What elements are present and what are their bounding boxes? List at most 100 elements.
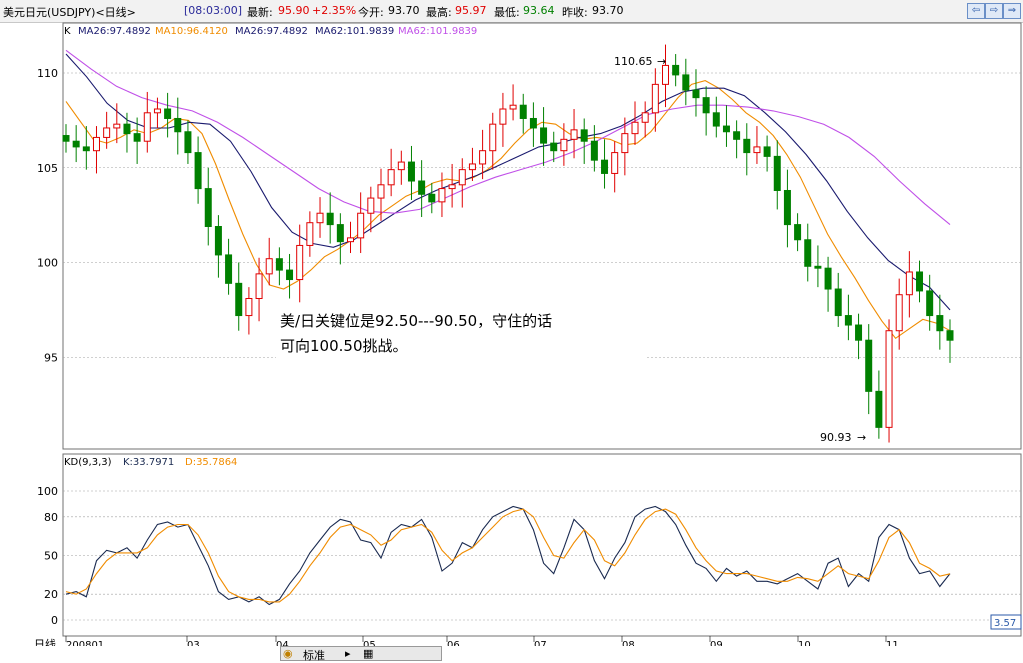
kd-legend-k: K:33.7971 (123, 457, 174, 468)
nav-right-icon[interactable]: ⇨ (985, 3, 1003, 19)
candle-body (509, 104, 517, 110)
month-tick-label: 06 (447, 640, 460, 646)
price-tick-label: 110 (37, 67, 58, 80)
low-marker-arrow: → (857, 431, 866, 444)
candle-body (72, 140, 80, 148)
nav-forward-icon[interactable]: ⇒ (1003, 3, 1021, 19)
candle-body (794, 224, 802, 241)
candle-body (418, 180, 426, 195)
candle-body (143, 112, 151, 142)
prev-close-value: 93.70 (592, 4, 624, 17)
prev-close-label: 昨收: (562, 6, 588, 19)
candle-body (672, 64, 680, 76)
candle-body (631, 121, 639, 135)
legend-ma62-b: MA62:101.9839 (398, 26, 477, 37)
candle-body (174, 117, 182, 133)
month-tick-label: 09 (710, 640, 723, 646)
kd-tick-label: 50 (44, 550, 58, 563)
candle-body (387, 169, 395, 186)
candle-body (905, 271, 913, 296)
candle-body (641, 112, 649, 123)
month-labels: 200801 03 04 05 06 07 08 09 10 11 (65, 636, 899, 646)
instrument-title: 美元日元(USDJPY)<日线> (3, 6, 136, 19)
low-value: 93.64 (523, 4, 555, 17)
candle-body (214, 225, 222, 256)
candle-body (946, 330, 954, 341)
candle-body (712, 112, 720, 127)
month-tick-label: 10 (798, 640, 811, 646)
status-icon[interactable]: ◉ (283, 647, 293, 660)
candle-body (225, 254, 233, 284)
candle-body (570, 129, 578, 140)
candle-body (194, 152, 202, 190)
candle-body (499, 108, 507, 125)
change-percent: +2.35% (312, 4, 357, 17)
candle-body (621, 133, 629, 154)
candle-body (601, 159, 609, 174)
annotation-line-1: 美/日关键位是92.50---90.50，守住的话 (280, 312, 553, 330)
candle-body (164, 108, 172, 119)
latest-value: 95.90 (278, 4, 310, 17)
menu-icon[interactable]: ▦ (363, 647, 373, 660)
candle-body (296, 244, 304, 281)
candle-body (82, 146, 90, 152)
month-tick-label: 08 (622, 640, 635, 646)
dropdown-icon[interactable]: ▸ (345, 647, 351, 660)
candle-body (255, 273, 263, 300)
kd-readout: 3.57 (994, 618, 1016, 629)
candle-body (702, 97, 710, 114)
price-tick-label: 95 (44, 351, 58, 364)
candle-body (377, 184, 385, 199)
candle-body (113, 123, 121, 129)
candle-body (682, 74, 690, 91)
price-tick-label: 105 (37, 162, 58, 175)
candle-body (123, 123, 131, 135)
candle-body (722, 125, 730, 133)
candle-body (855, 324, 863, 341)
candle-body (743, 138, 751, 154)
candle-body (519, 104, 527, 119)
candle-body (204, 188, 212, 227)
candle-body (407, 161, 415, 182)
candle-body (347, 237, 355, 243)
candle-body (479, 150, 487, 165)
candle-body (448, 184, 456, 190)
candle-body (844, 315, 852, 326)
candle-body (326, 212, 334, 226)
candle-body (103, 127, 111, 138)
legend-ma10: MA10:96.4120 (155, 26, 228, 37)
legend-k: K (64, 26, 71, 37)
kd-tick-label: 20 (44, 588, 58, 601)
candle-body (275, 258, 283, 271)
x-axis-label: 日线 (34, 637, 56, 646)
candle-body (428, 193, 436, 203)
candle-body (936, 315, 944, 332)
candle-body (611, 152, 619, 174)
high-label: 最高: (426, 6, 452, 19)
candle-body (916, 271, 924, 292)
candle-body (336, 224, 344, 243)
candle-body (286, 269, 294, 281)
month-tick-label: 03 (187, 640, 200, 646)
candle-body (733, 131, 741, 140)
candle-body (692, 89, 700, 99)
candle-body (265, 258, 273, 275)
candle-body (540, 127, 548, 144)
candle-body (783, 189, 791, 226)
candle-body (773, 155, 781, 191)
candle-body (92, 136, 100, 152)
annotation-box: 美/日关键位是92.50---90.50，守住的话 可向100.50挑战。 (276, 304, 645, 442)
high-value: 95.97 (455, 4, 487, 17)
candle-body (235, 282, 243, 317)
nav-left-icon[interactable]: ⇦ (967, 3, 985, 19)
candle-body (245, 298, 253, 317)
low-marker-label: 90.93 (820, 431, 852, 444)
candle-body (133, 133, 141, 142)
bottom-label[interactable]: 标准 (303, 647, 325, 663)
candle-body (438, 188, 446, 203)
price-tick-label: 100 (37, 257, 58, 270)
candle-body (529, 117, 537, 129)
candle-body (590, 140, 598, 161)
latest-label: 最新: (247, 6, 273, 19)
candle-body (804, 239, 812, 267)
